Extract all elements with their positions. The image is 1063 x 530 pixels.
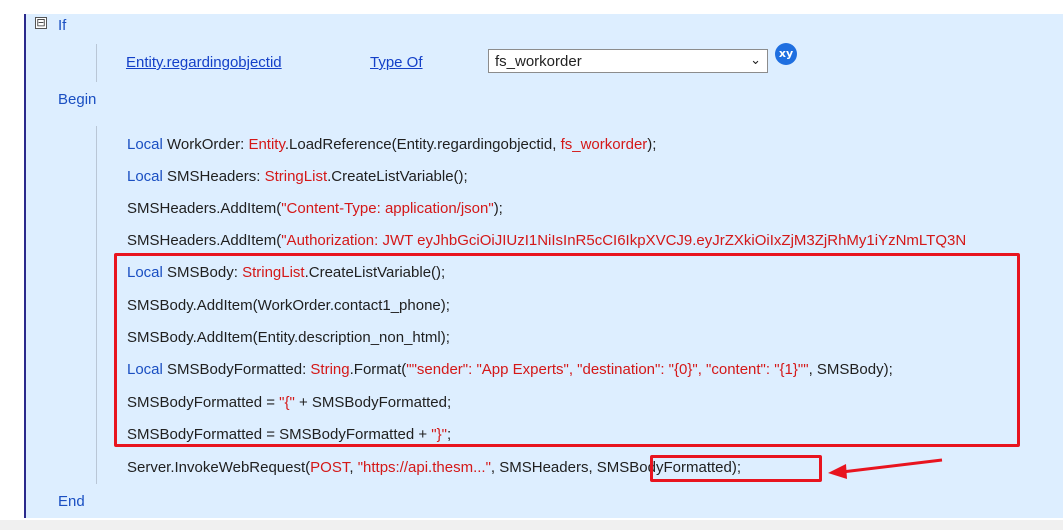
text-token: ); — [493, 200, 503, 217]
text-token: SMSHeaders.AddItem( — [127, 200, 282, 217]
chevron-down-icon: ⌄ — [750, 53, 761, 68]
body-guide-line — [96, 126, 97, 484]
text-token: , SMSHeaders, — [490, 459, 597, 476]
code-line-2[interactable]: Local SMSHeaders: StringList.CreateListV… — [127, 168, 468, 185]
text-token: SMSHeaders: — [162, 168, 265, 185]
bottom-strip — [0, 520, 1063, 530]
url-token: "https://api.thesm..." — [357, 459, 491, 476]
type-token: StringList — [264, 168, 328, 185]
condition-guide-line — [96, 44, 97, 82]
if-keyword: If — [58, 17, 67, 34]
begin-keyword: Begin — [58, 91, 97, 108]
string-token: "Content-Type: application/json" — [281, 200, 494, 217]
entity-type-select[interactable]: fs_workorder ⌄ — [488, 49, 768, 73]
annotation-arrow-icon — [828, 458, 943, 479]
text-token: .LoadReference(Entity.regardingobjectid, — [284, 136, 561, 153]
text-token: Server.InvokeWebRequest( — [127, 459, 311, 476]
collapse-toggle-icon[interactable]: ⊟ — [35, 17, 47, 29]
keyword-token: Local — [127, 168, 163, 185]
arrow-shaft — [841, 458, 943, 474]
type-token: Entity — [248, 136, 285, 153]
condition-field-link[interactable]: Entity.regardingobjectid — [126, 54, 282, 71]
end-keyword: End — [58, 493, 85, 510]
code-line-4[interactable]: SMSHeaders.AddItem("Authorization: JWT e… — [127, 232, 966, 249]
variable-picker-icon[interactable]: xy — [775, 43, 797, 65]
string-token: "Authorization: JWT eyJhbGciOiJIUzI1NiIs… — [281, 232, 967, 249]
keyword-token: Local — [127, 136, 163, 153]
method-token: POST — [310, 459, 350, 476]
code-line-1[interactable]: Local WorkOrder: Entity.LoadReference(En… — [127, 136, 656, 153]
text-token: SMSHeaders.AddItem( — [127, 232, 282, 249]
text-token: WorkOrder: — [162, 136, 249, 153]
code-line-invoke[interactable]: Server.InvokeWebRequest(POST, "https://a… — [127, 459, 741, 476]
entity-type-value: fs_workorder — [495, 53, 582, 70]
code-line-3[interactable]: SMSHeaders.AddItem("Content-Type: applic… — [127, 200, 503, 217]
text-token: .CreateListVariable(); — [327, 168, 468, 185]
highlight-box-sms-body — [114, 253, 1020, 447]
arrow-head — [828, 464, 847, 479]
text-token: , — [349, 459, 358, 476]
string-token: fs_workorder — [560, 136, 648, 153]
highlight-box-body-argument — [650, 455, 822, 482]
text-token: ); — [647, 136, 657, 153]
condition-operator-link[interactable]: Type Of — [370, 54, 423, 71]
